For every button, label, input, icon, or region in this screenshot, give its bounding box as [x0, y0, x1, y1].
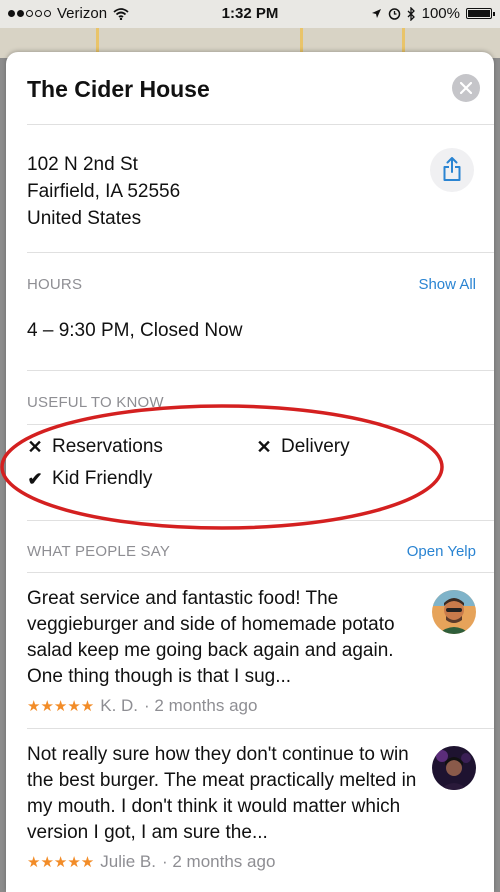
divider: [27, 252, 494, 253]
star-rating: ★★★★★: [27, 854, 95, 871]
review-meta: ★★★★★ K. D. · 2 months ago: [27, 696, 257, 716]
reviews-heading: WHAT PEOPLE SAY: [27, 543, 171, 560]
battery-percent: 100%: [421, 5, 460, 22]
share-button[interactable]: [430, 148, 474, 192]
divider: [27, 572, 494, 573]
divider: [27, 370, 494, 371]
alarm-icon: [388, 8, 400, 20]
review-author: K. D.: [100, 696, 139, 715]
review-author: Julie B.: [100, 852, 156, 871]
status-right: 100%: [371, 5, 495, 22]
hours-value: 4 – 9:30 PM, Closed Now: [27, 320, 243, 341]
avatar[interactable]: [432, 590, 476, 634]
review-meta: ★★★★★ Julie B. · 2 months ago: [27, 852, 275, 872]
close-button[interactable]: [452, 74, 480, 102]
show-all-link[interactable]: Show All: [418, 276, 476, 293]
location-arrow-icon: [371, 9, 381, 18]
status-bar: Verizon 1:32 PM 100%: [0, 0, 500, 28]
close-icon: [460, 82, 472, 94]
divider: [27, 124, 494, 125]
star-rating: ★★★★★: [27, 698, 95, 715]
address-line-2: Fairfield, IA 52556: [27, 181, 181, 202]
avatar[interactable]: [432, 746, 476, 790]
battery-icon: [466, 8, 495, 19]
address-line-3: United States: [27, 208, 142, 229]
bluetooth-icon: [407, 6, 415, 21]
hours-heading: HOURS: [27, 276, 83, 293]
place-title: The Cider House: [27, 76, 210, 102]
review-text[interactable]: Great service and fantastic food! The ve…: [27, 586, 417, 690]
address-line-1: 102 N 2nd St: [27, 154, 138, 175]
annotation-ellipse: [0, 404, 444, 530]
share-icon: [443, 157, 461, 181]
review-date: · 2 months ago: [162, 852, 276, 871]
review-text[interactable]: Not really sure how they don't continue …: [27, 742, 417, 846]
review-date: · 2 months ago: [144, 696, 258, 715]
divider: [27, 728, 494, 729]
open-yelp-link[interactable]: Open Yelp: [407, 543, 476, 560]
